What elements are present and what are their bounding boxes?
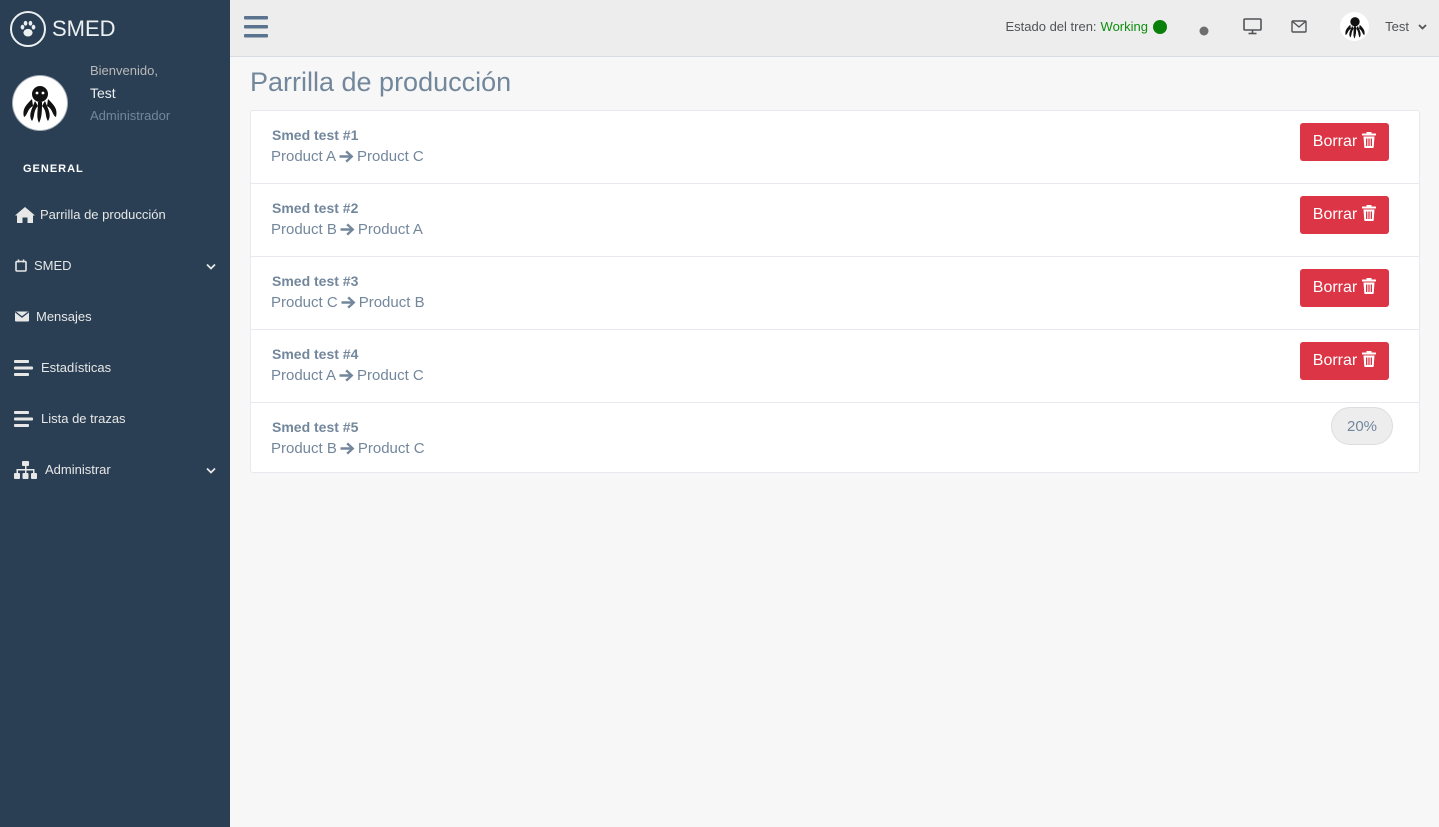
top-navbar: Estado del tren: Working Test xyxy=(230,0,1439,57)
product-to: Product B xyxy=(358,294,425,311)
sidebar-item-mensajes[interactable]: Mensajes xyxy=(0,291,230,342)
train-status-label: Estado del tren: xyxy=(1005,19,1097,34)
product-from: Product C xyxy=(271,294,338,311)
arrow-right-icon xyxy=(340,223,355,236)
trash-icon xyxy=(1362,350,1377,372)
arrow-right-icon xyxy=(340,442,355,455)
list-item: Smed test #1 Product A Product C Borrar xyxy=(251,111,1419,184)
production-name: Smed test #3 xyxy=(272,273,359,289)
home-icon xyxy=(14,206,36,224)
delete-button-label: Borrar xyxy=(1312,352,1358,369)
octopus-icon xyxy=(23,86,57,123)
sidebar-item-estadisticas[interactable]: Estadísticas xyxy=(0,342,230,393)
sidebar-item-lista-trazas[interactable]: Lista de trazas xyxy=(0,393,230,444)
avatar xyxy=(1340,12,1370,41)
delete-button[interactable]: Borrar xyxy=(1300,196,1389,234)
product-transition: Product B Product C xyxy=(271,440,425,457)
avatar xyxy=(12,75,68,131)
production-name: Smed test #1 xyxy=(272,127,359,143)
calendar-icon xyxy=(15,259,30,272)
arrow-right-icon xyxy=(339,369,354,382)
sidebar-item-label: Mensajes xyxy=(36,309,92,324)
product-transition: Product A Product C xyxy=(271,367,424,384)
product-to: Product A xyxy=(357,221,423,238)
envelope-icon xyxy=(15,311,30,322)
sidebar-item-smed[interactable]: SMED xyxy=(0,240,230,291)
sitemap-icon xyxy=(14,460,38,479)
list-item: Smed test #4 Product A Product C Borrar xyxy=(251,330,1419,403)
align-left-icon xyxy=(14,359,34,376)
production-list: Smed test #1 Product A Product C Borrar … xyxy=(250,110,1420,473)
dot-icon[interactable] xyxy=(1199,23,1209,41)
train-status: Estado del tren: Working xyxy=(1005,19,1167,34)
page-title: Parrilla de producción xyxy=(250,67,512,97)
product-transition: Product A Product C xyxy=(271,148,424,165)
list-item: Smed test #3 Product C Product B Borrar xyxy=(251,257,1419,330)
align-left-icon xyxy=(14,410,34,427)
user-name: Test xyxy=(1385,19,1409,34)
menu-toggle-icon[interactable] xyxy=(244,16,268,43)
brand-name: SMED xyxy=(52,15,116,41)
paw-icon xyxy=(10,10,46,47)
envelope-icon[interactable] xyxy=(1291,20,1307,38)
user-menu[interactable]: Test xyxy=(1340,12,1427,41)
sidebar-item-label: Administrar xyxy=(45,462,111,477)
chevron-down-icon xyxy=(206,462,216,477)
chevron-down-icon xyxy=(1418,23,1427,30)
sidebar-menu: Parrilla de producción SMED Mensajes Est… xyxy=(0,189,230,495)
product-from: Product B xyxy=(271,440,337,457)
arrow-right-icon xyxy=(341,296,356,309)
delete-button-label: Borrar xyxy=(1312,279,1358,296)
octopus-icon xyxy=(1345,16,1365,39)
production-name: Smed test #5 xyxy=(272,419,359,435)
product-to: Product C xyxy=(357,148,424,165)
trash-icon xyxy=(1362,131,1377,153)
sidebar-item-parrilla[interactable]: Parrilla de producción xyxy=(0,189,230,240)
product-to: Product C xyxy=(357,367,424,384)
list-item: Smed test #2 Product B Product A Borrar xyxy=(251,184,1419,257)
welcome-text: Bienvenido, xyxy=(90,63,158,78)
arrow-right-icon xyxy=(339,150,354,163)
trash-icon xyxy=(1362,204,1377,226)
product-from: Product B xyxy=(271,221,337,238)
delete-button[interactable]: Borrar xyxy=(1300,123,1389,161)
sidebar-item-label: Parrilla de producción xyxy=(40,207,166,222)
profile-role: Administrador xyxy=(90,108,171,123)
product-to: Product C xyxy=(357,440,425,457)
menu-section-title: GENERAL xyxy=(23,163,84,175)
trash-icon xyxy=(1362,277,1377,299)
profile-name: Test xyxy=(90,85,116,101)
sidebar-item-label: SMED xyxy=(34,258,72,273)
train-status-value: Working xyxy=(1100,19,1148,34)
product-from: Product A xyxy=(271,367,337,384)
sidebar: SMED Bienvenido, Test Administrador GENE… xyxy=(0,0,230,827)
profile: Bienvenido, Test Administrador xyxy=(0,57,230,147)
delete-button-label: Borrar xyxy=(1312,133,1358,150)
product-transition: Product C Product B xyxy=(271,294,425,311)
production-name: Smed test #2 xyxy=(272,200,359,216)
production-name: Smed test #4 xyxy=(272,346,359,362)
sidebar-item-label: Estadísticas xyxy=(41,360,112,375)
sidebar-item-administrar[interactable]: Administrar xyxy=(0,444,230,495)
product-from: Product A xyxy=(271,148,337,165)
delete-button-label: Borrar xyxy=(1312,206,1358,223)
chevron-down-icon xyxy=(206,258,216,273)
brand[interactable]: SMED xyxy=(0,0,230,57)
product-transition: Product B Product A xyxy=(271,221,423,238)
delete-button[interactable]: Borrar xyxy=(1300,342,1389,380)
desktop-icon[interactable] xyxy=(1243,18,1262,40)
status-indicator-icon xyxy=(1153,19,1167,34)
progress-badge: 20% xyxy=(1331,407,1393,445)
delete-button[interactable]: Borrar xyxy=(1300,269,1389,307)
list-item: Smed test #5 Product B Product C 20% xyxy=(251,403,1419,472)
sidebar-item-label: Lista de trazas xyxy=(41,411,126,426)
